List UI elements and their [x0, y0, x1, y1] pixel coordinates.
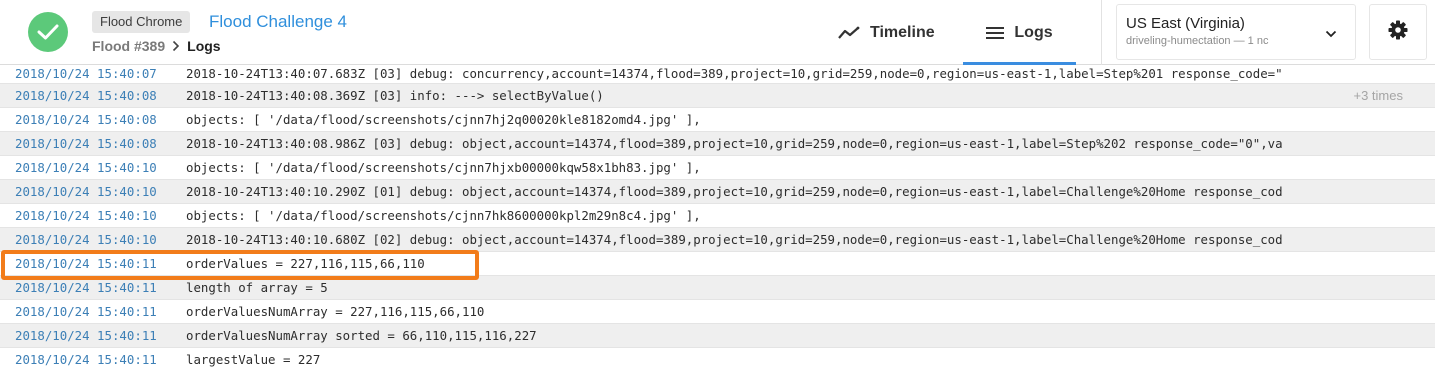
log-message: objects: [ '/data/flood/screenshots/cjnn… — [186, 112, 701, 127]
log-timestamp: 2018/10/24 15:40:10 — [15, 184, 157, 199]
trend-line-icon — [838, 26, 860, 40]
log-row: 2018/10/24 15:40:10 2018-10-24T13:40:10.2… — [0, 180, 1435, 204]
success-check-icon — [28, 12, 68, 52]
log-row: 2018/10/24 15:40:10 objects: [ '/data/flo… — [0, 204, 1435, 228]
log-timestamp: 2018/10/24 15:40:11 — [15, 328, 157, 343]
region-name: US East (Virginia) — [1126, 15, 1245, 32]
log-message: objects: [ '/data/flood/screenshots/cjnn… — [186, 160, 701, 175]
log-timestamp: 2018/10/24 15:40:11 — [15, 280, 157, 295]
log-message: 2018-10-24T13:40:07.683Z [03] debug: con… — [186, 66, 1283, 81]
region-dropdown[interactable]: US East (Virginia) driveling-humectation… — [1116, 4, 1356, 60]
breadcrumb: Flood #389 Logs — [92, 37, 221, 55]
gear-icon — [1388, 20, 1408, 45]
log-row: 2018/10/24 15:40:11 largestValue = 227 — [0, 348, 1435, 370]
header-divider — [1101, 0, 1102, 65]
log-row: 2018/10/24 15:40:08 2018-10-24T13:40:08.9… — [0, 132, 1435, 156]
list-icon — [986, 26, 1005, 40]
tab-timeline-label: Timeline — [870, 23, 935, 41]
log-message: orderValues = 227,116,115,66,110 — [186, 256, 425, 271]
log-row: 2018/10/24 15:40:11 orderValues = 227,116… — [0, 252, 1435, 276]
log-message: 2018-10-24T13:40:08.369Z [03] info: --->… — [186, 88, 604, 103]
repeat-count: +3 times — [1353, 88, 1404, 103]
log-list[interactable]: 2018/10/24 15:40:07 2018-10-24T13:40:07.6… — [0, 63, 1435, 370]
log-timestamp: 2018/10/24 15:40:11 — [15, 256, 157, 271]
flood-title-link[interactable]: Flood Challenge 4 — [209, 11, 347, 33]
region-subtitle: driveling-humectation — 1 nc — [1126, 35, 1269, 47]
log-row: 2018/10/24 15:40:08 2018-10-24T13:40:08.3… — [0, 84, 1435, 108]
breadcrumb-current: Logs — [187, 38, 221, 54]
log-timestamp: 2018/10/24 15:40:08 — [15, 88, 157, 103]
log-timestamp: 2018/10/24 15:40:11 — [15, 352, 157, 367]
log-message: 2018-10-24T13:40:10.680Z [02] debug: obj… — [186, 232, 1283, 247]
log-row: 2018/10/24 15:40:11 orderValuesNumArray =… — [0, 300, 1435, 324]
log-timestamp: 2018/10/24 15:40:08 — [15, 112, 157, 127]
log-message: length of array = 5 — [186, 280, 328, 295]
tab-logs-label: Logs — [1014, 23, 1053, 41]
log-timestamp: 2018/10/24 15:40:07 — [15, 66, 157, 81]
settings-button[interactable] — [1369, 4, 1427, 60]
tab-timeline[interactable]: Timeline — [838, 0, 935, 65]
log-row: 2018/10/24 15:40:11 length of array = 5 — [0, 276, 1435, 300]
log-message: 2018-10-24T13:40:10.290Z [01] debug: obj… — [186, 184, 1283, 199]
log-timestamp: 2018/10/24 15:40:10 — [15, 232, 157, 247]
chevron-right-icon — [172, 40, 180, 52]
log-timestamp: 2018/10/24 15:40:10 — [15, 160, 157, 175]
log-row: 2018/10/24 15:40:11 orderValuesNumArray s… — [0, 324, 1435, 348]
log-message: objects: [ '/data/flood/screenshots/cjnn… — [186, 208, 701, 223]
log-timestamp: 2018/10/24 15:40:10 — [15, 208, 157, 223]
log-row: 2018/10/24 15:40:10 2018-10-24T13:40:10.6… — [0, 228, 1435, 252]
log-message: orderValuesNumArray sorted = 66,110,115,… — [186, 328, 537, 343]
log-timestamp: 2018/10/24 15:40:08 — [15, 136, 157, 151]
tool-badge: Flood Chrome — [92, 11, 191, 33]
log-message: orderValuesNumArray = 227,116,115,66,110 — [186, 304, 485, 319]
log-row: 2018/10/24 15:40:07 2018-10-24T13:40:07.6… — [0, 63, 1435, 84]
log-message: 2018-10-24T13:40:08.986Z [03] debug: obj… — [186, 136, 1283, 151]
log-timestamp: 2018/10/24 15:40:11 — [15, 304, 157, 319]
log-row: 2018/10/24 15:40:08 objects: [ '/data/flo… — [0, 108, 1435, 132]
chevron-down-icon — [1325, 25, 1337, 43]
app-header: Flood Chrome Flood Challenge 4 Flood #38… — [0, 0, 1435, 65]
log-message: largestValue = 227 — [186, 352, 321, 367]
log-row: 2018/10/24 15:40:10 objects: [ '/data/flo… — [0, 156, 1435, 180]
tab-logs[interactable]: Logs — [963, 0, 1076, 65]
breadcrumb-parent-link[interactable]: Flood #389 — [92, 37, 165, 55]
